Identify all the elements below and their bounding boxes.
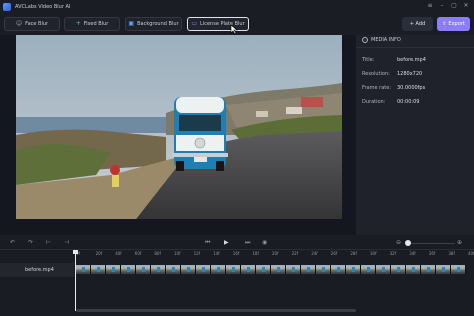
split-icon[interactable]: ⊢ bbox=[46, 239, 51, 246]
clip-thumbnail bbox=[181, 265, 196, 274]
track-name: before.mp4 bbox=[25, 267, 54, 273]
clip-thumbnail bbox=[151, 265, 166, 274]
clip-thumbnail bbox=[121, 265, 136, 274]
clip-thumbnail bbox=[91, 265, 106, 274]
clip-strip[interactable] bbox=[76, 0, 470, 316]
clip-thumbnail bbox=[316, 265, 331, 274]
clip-thumbnail bbox=[436, 265, 451, 274]
clip-thumbnail bbox=[211, 265, 226, 274]
clip-thumbnail bbox=[361, 265, 376, 274]
app-title: AVCLabs Video Blur AI bbox=[15, 3, 71, 10]
clip-thumbnail bbox=[166, 265, 181, 274]
clip-thumbnail bbox=[271, 265, 286, 274]
clip-thumbnail bbox=[76, 265, 91, 274]
clip-thumbnail bbox=[331, 265, 346, 274]
playhead-handle[interactable] bbox=[73, 250, 78, 254]
undo-icon[interactable]: ↶ bbox=[10, 239, 15, 246]
clip-thumbnail bbox=[226, 265, 241, 274]
clip-thumbnail bbox=[256, 265, 271, 274]
face-icon: ☺ bbox=[15, 20, 23, 27]
clip-thumbnail bbox=[301, 265, 316, 274]
clip-thumbnail bbox=[196, 265, 211, 274]
clip-thumbnail bbox=[451, 265, 466, 274]
tab-label: Face Blur bbox=[25, 21, 49, 27]
clip-thumbnail bbox=[346, 265, 361, 274]
clip-thumbnail bbox=[286, 265, 301, 274]
tab-face-blur[interactable]: ☺ Face Blur bbox=[4, 17, 60, 31]
clip-thumbnail bbox=[391, 265, 406, 274]
clip-thumbnail bbox=[136, 265, 151, 274]
clip-thumbnail bbox=[376, 265, 391, 274]
clip-thumbnail bbox=[421, 265, 436, 274]
timeline-scrollbar[interactable] bbox=[76, 309, 356, 312]
playhead[interactable] bbox=[75, 251, 76, 311]
clip-thumbnail bbox=[406, 265, 421, 274]
clip-thumbnail bbox=[241, 265, 256, 274]
delete-icon[interactable]: ⊣ bbox=[64, 239, 69, 246]
app-logo-icon bbox=[3, 2, 11, 11]
track-header: before.mp4 bbox=[0, 263, 74, 277]
redo-icon[interactable]: ↷ bbox=[28, 239, 33, 246]
clip-thumbnail bbox=[106, 265, 121, 274]
